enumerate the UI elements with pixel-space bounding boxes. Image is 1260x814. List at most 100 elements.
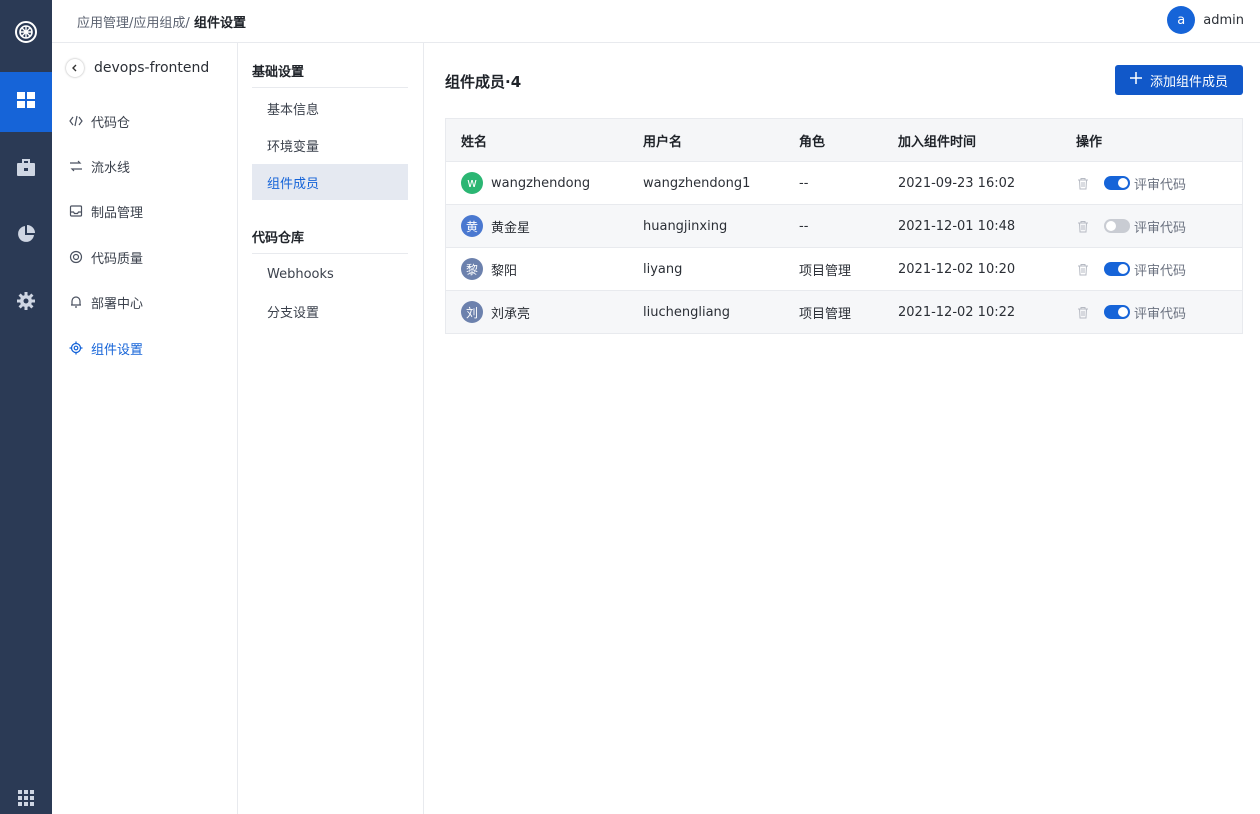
review-code-toggle[interactable] xyxy=(1104,176,1130,190)
review-code-label: 评审代码 xyxy=(1134,306,1187,322)
avatar: 黄 xyxy=(461,215,483,237)
sidebar-item-pipeline[interactable]: 流水线 xyxy=(52,149,237,183)
trash-icon[interactable] xyxy=(1076,219,1090,233)
breadcrumb-separator: / xyxy=(185,16,190,31)
member-name-cell: 刘刘承亮 xyxy=(461,291,530,333)
breadcrumb-app-composition[interactable]: 应用组成 xyxy=(133,16,185,31)
gear-icon xyxy=(16,291,36,315)
app-rail xyxy=(0,0,52,814)
table-row: 黄黄金星 huangjinxing -- 2021-12-01 10:48 评审代码 xyxy=(446,204,1242,247)
sidebar-item-deploy-center[interactable]: 部署中心 xyxy=(52,285,237,319)
column-header: 操作 xyxy=(1076,134,1103,150)
rail-analytics[interactable] xyxy=(0,206,52,266)
page-title: 组件成员·4 xyxy=(445,73,522,91)
pipeline-icon xyxy=(69,159,83,173)
trash-icon[interactable] xyxy=(1076,305,1090,319)
back-icon xyxy=(66,59,84,77)
plus-icon xyxy=(1129,72,1142,88)
inbox-icon xyxy=(69,204,83,218)
settings-group-title: 代码仓库 xyxy=(252,227,408,254)
pie-chart-icon xyxy=(16,224,36,248)
toggle-knob xyxy=(1118,307,1128,317)
toggle-knob xyxy=(1106,221,1116,231)
sidebar-item-component-settings[interactable]: 组件设置 xyxy=(52,331,237,365)
breadcrumb: 应用管理/应用组成/ 组件设置 xyxy=(77,12,246,31)
member-role: -- xyxy=(799,175,809,191)
top-header: 应用管理/应用组成/ 组件设置 a admin xyxy=(52,0,1260,43)
member-name: 黎阳 xyxy=(491,263,518,279)
member-joined-time: 2021-09-23 16:02 xyxy=(898,175,1016,191)
review-code-toggle[interactable] xyxy=(1104,262,1130,276)
main-content: 组件成员·4 添加组件成员 姓名 用户名 角色 加入组件时间 操作 w wangz… xyxy=(424,43,1260,814)
member-username: wangzhendong1 xyxy=(643,175,751,191)
username: admin xyxy=(1203,12,1244,28)
table-header: 姓名 用户名 角色 加入组件时间 操作 xyxy=(446,119,1242,161)
settings-item-members[interactable]: 组件成员 xyxy=(252,164,408,200)
trash-icon[interactable] xyxy=(1076,176,1090,190)
settings-item-webhooks[interactable]: Webhooks xyxy=(252,256,408,292)
add-member-button[interactable]: 添加组件成员 xyxy=(1115,65,1243,95)
member-actions: 评审代码 xyxy=(1076,248,1186,290)
member-joined-time: 2021-12-01 10:48 xyxy=(898,218,1016,234)
avatar: 黎 xyxy=(461,258,483,280)
avatar: 刘 xyxy=(461,301,483,323)
review-code-toggle[interactable] xyxy=(1104,219,1130,233)
settings-item-basic-info[interactable]: 基本信息 xyxy=(252,90,408,126)
member-actions: 评审代码 xyxy=(1076,162,1186,204)
user-menu[interactable]: a admin xyxy=(1167,6,1244,34)
avatar: a xyxy=(1167,6,1196,34)
sidebar-item-label: 代码质量 xyxy=(91,251,144,267)
sidebar-item-label: 流水线 xyxy=(91,160,131,176)
member-name-cell: 黄黄金星 xyxy=(461,205,530,247)
table-row: w wangzhendong wangzhendong1 -- 2021-09-23 1… xyxy=(446,161,1242,204)
review-code-toggle[interactable] xyxy=(1104,305,1130,319)
table-row: 黎黎阳 liyang 项目管理 2021-12-02 10:20 评审代码 xyxy=(446,247,1242,290)
sidebar-item-code-repo[interactable]: 代码仓 xyxy=(52,104,237,138)
apps-grid-icon xyxy=(16,90,36,114)
quality-icon xyxy=(69,250,83,264)
settings-item-env-vars[interactable]: 环境变量 xyxy=(252,127,408,163)
table-row: 刘刘承亮 liuchengliang 项目管理 2021-12-02 10:22 评审代… xyxy=(446,290,1242,333)
settings-item-branch-settings[interactable]: 分支设置 xyxy=(252,293,408,329)
member-joined-time: 2021-12-02 10:22 xyxy=(898,304,1016,320)
rail-settings[interactable] xyxy=(0,273,52,333)
project-switcher[interactable]: devops-frontend xyxy=(66,59,209,77)
breadcrumb-app-management[interactable]: 应用管理 xyxy=(77,16,129,31)
rail-apps-grid[interactable] xyxy=(0,72,52,132)
all-apps-icon[interactable] xyxy=(0,782,52,814)
rail-briefcase[interactable] xyxy=(0,140,52,200)
member-username: huangjinxing xyxy=(643,218,728,234)
bell-icon xyxy=(69,295,83,309)
settings-menu: 基础设置 基本信息 环境变量 组件成员 代码仓库 Webhooks 分支设置 xyxy=(238,43,424,814)
column-header: 用户名 xyxy=(643,134,683,150)
project-name: devops-frontend xyxy=(94,60,210,76)
member-name-cell: 黎黎阳 xyxy=(461,248,517,290)
member-joined-time: 2021-12-02 10:20 xyxy=(898,261,1016,277)
trash-icon[interactable] xyxy=(1076,262,1090,276)
breadcrumb-current: 组件设置 xyxy=(193,16,246,31)
review-code-label: 评审代码 xyxy=(1134,263,1187,279)
member-role: 项目管理 xyxy=(799,263,852,279)
sidebar-item-label: 组件设置 xyxy=(91,342,144,358)
sidebar-item-label: 代码仓 xyxy=(91,115,131,131)
settings-group-title: 基础设置 xyxy=(252,61,408,88)
member-username: liuchengliang xyxy=(643,304,731,320)
member-role: -- xyxy=(799,218,809,234)
logo-icon[interactable] xyxy=(0,0,52,64)
avatar: w xyxy=(461,172,483,194)
sidebar-item-label: 部署中心 xyxy=(91,296,144,312)
member-name-cell: w wangzhendong xyxy=(461,162,590,204)
sidebar-item-code-quality[interactable]: 代码质量 xyxy=(52,240,237,274)
column-header: 角色 xyxy=(799,134,826,150)
sidebar-item-artifacts[interactable]: 制品管理 xyxy=(52,194,237,228)
member-actions: 评审代码 xyxy=(1076,291,1186,333)
member-name: 黄金星 xyxy=(491,220,531,236)
settings-icon xyxy=(69,341,83,355)
review-code-label: 评审代码 xyxy=(1134,177,1187,193)
sidebar-item-label: 制品管理 xyxy=(91,205,144,221)
column-header: 姓名 xyxy=(461,134,488,150)
component-sidebar: devops-frontend 代码仓 流水线 制品管理 代码质量 部署中心 组… xyxy=(52,43,238,814)
member-name: wangzhendong xyxy=(491,175,591,191)
member-name: 刘承亮 xyxy=(491,306,531,322)
toggle-knob xyxy=(1118,178,1128,188)
